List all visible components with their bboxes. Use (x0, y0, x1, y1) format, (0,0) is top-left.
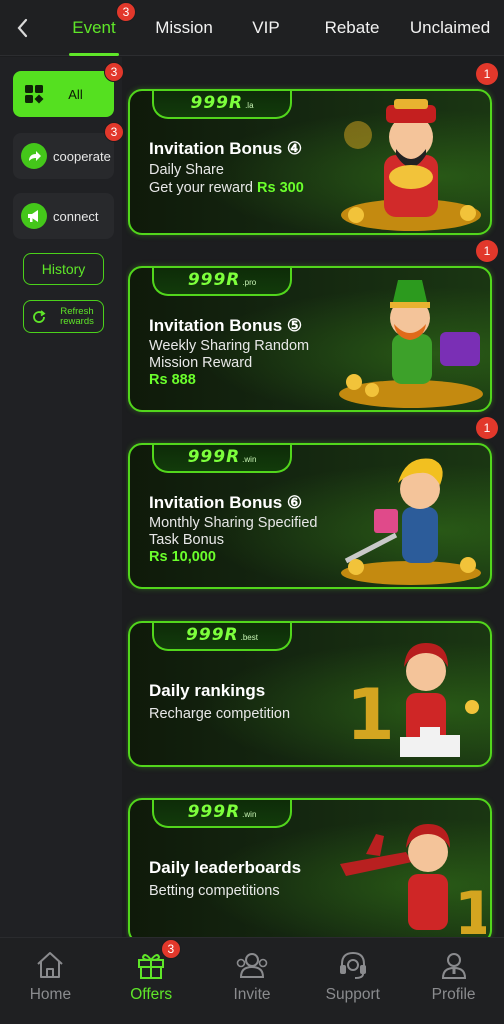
logo-text: 999R (190, 93, 244, 113)
tab-event-badge: 3 (116, 1, 136, 22)
refresh-rewards-button[interactable]: Refresh rewards (23, 300, 104, 333)
card-line1: Betting competitions (149, 883, 280, 899)
nav-label: Profile (431, 986, 476, 1003)
nav-label: Offers (130, 986, 173, 1003)
back-button[interactable] (0, 0, 44, 56)
tab-rebate[interactable]: Rebate (308, 0, 396, 56)
card-title: Daily leaderboards (149, 858, 302, 877)
megaphone-icon (21, 203, 47, 229)
nav-label: Invite (233, 986, 271, 1003)
brand-logo: 999R .pro (152, 268, 292, 296)
racer-girl-podium-illustration: 1 (346, 643, 479, 757)
brand-logo: 999R .win (152, 445, 292, 473)
leprechaun-illustration (339, 280, 483, 408)
logo-sub: .best (240, 633, 258, 642)
card-title: Invitation Bonus ④ (149, 139, 303, 158)
logo-text: 999R (187, 802, 241, 822)
nav-label: Support (325, 986, 380, 1003)
tab-unclaimed[interactable]: Unclaimed (396, 0, 504, 56)
event-card-list: 1 999R .la Invitation Bonus ④ Daily Share… (126, 57, 504, 937)
nav-offers[interactable]: Offers 3 (101, 938, 202, 1024)
history-label: History (41, 261, 86, 277)
headset-icon (339, 951, 366, 979)
logo-text: 999R (187, 447, 241, 467)
card-line2: Task Bonus (149, 532, 224, 548)
card-amount: Rs 10,000 (149, 549, 216, 565)
logo-sub: .win (242, 455, 257, 464)
event-card[interactable]: 999R .la Invitation Bonus ④ Daily Share G… (128, 89, 492, 235)
tab-event[interactable]: Event 3 (44, 0, 144, 56)
top-tab-bar: Event 3 Mission VIP Rebate Unclaimed (0, 0, 504, 56)
logo-sub: .pro (242, 278, 257, 287)
adventurer-boy-illustration (341, 458, 481, 585)
card-title: Invitation Bonus ⑤ (149, 316, 303, 335)
refresh-icon (33, 309, 46, 323)
home-icon (37, 952, 64, 978)
bottom-navigation: Home Offers 3 Invite Support Profile (0, 937, 504, 1024)
tab-mission[interactable]: Mission (144, 0, 224, 56)
tab-label: Mission (155, 17, 213, 37)
refresh-label: Refresh rewards (60, 305, 94, 327)
filter-label: cooperate (53, 148, 111, 164)
card-badge: 1 (476, 417, 498, 439)
card-title: Invitation Bonus ⑥ (149, 493, 303, 512)
tab-label: Rebate (324, 17, 380, 37)
card-line1: Weekly Sharing Random (149, 338, 310, 354)
event-card[interactable]: 999R .win Invitation Bonus ⑥ Monthly Shar… (128, 443, 492, 589)
logo-sub: .win (242, 810, 257, 819)
nav-home[interactable]: Home (0, 938, 101, 1024)
card-line1: Daily Share (149, 162, 224, 178)
tab-label: VIP (252, 17, 280, 37)
event-card[interactable]: 999R .best Daily rankings Recharge compet… (128, 621, 492, 767)
event-filter-sidebar: All 3 cooperate 3 connect History Refres… (0, 57, 124, 937)
logo-sub: .la (245, 101, 254, 110)
brand-logo: 999R .best (152, 623, 292, 651)
event-card[interactable]: 999R .pro Invitation Bonus ⑤ Weekly Shari… (128, 266, 492, 412)
filter-label: connect (53, 208, 99, 224)
card-line2: Get your reward Rs 300 (149, 180, 304, 196)
filter-cooperate-button[interactable]: cooperate (13, 133, 114, 179)
card-badge: 1 (476, 63, 498, 85)
nav-invite[interactable]: Invite (202, 938, 303, 1024)
history-button[interactable]: History (23, 253, 104, 285)
filter-all-badge: 3 (104, 62, 124, 82)
invite-icon (236, 953, 268, 978)
share-arrow-icon (21, 143, 47, 169)
tab-label: Unclaimed (409, 17, 491, 37)
card-line1: Recharge competition (149, 706, 291, 722)
active-tab-indicator (69, 52, 119, 56)
card-line1: Monthly Sharing Specified (149, 515, 318, 531)
filter-cooperate-badge: 3 (104, 122, 124, 142)
card-badge: 1 (476, 240, 498, 262)
filter-connect-button[interactable]: connect (13, 193, 114, 239)
nav-support[interactable]: Support (302, 938, 403, 1024)
svg-text:1: 1 (454, 879, 486, 937)
card-line2: Mission Reward (149, 355, 253, 371)
nav-offers-badge: 3 (160, 939, 181, 959)
tab-vip[interactable]: VIP (224, 0, 308, 56)
svg-text:1: 1 (346, 674, 395, 756)
app-root: Event 3 Mission VIP Rebate Unclaimed All… (0, 0, 504, 1024)
card-title: Daily rankings (149, 681, 266, 700)
card-amount: Rs 300 (257, 180, 304, 196)
filter-label: All (68, 86, 83, 102)
nav-label: Home (29, 986, 72, 1003)
pilot-girl-plane-illustration: 1 (340, 824, 486, 937)
nav-profile[interactable]: Profile (403, 938, 504, 1024)
category-tabs: Event 3 Mission VIP Rebate Unclaimed (44, 0, 504, 56)
card-amount: Rs 888 (149, 372, 196, 388)
filter-all-button[interactable]: All (13, 71, 114, 117)
grid-icon (21, 81, 47, 107)
profile-icon (441, 953, 466, 979)
brand-logo: 999R .la (152, 91, 292, 119)
logo-text: 999R (186, 625, 239, 645)
card-line2-text: Get your reward (149, 180, 257, 196)
tab-label: Event (72, 17, 116, 37)
event-card[interactable]: 999R .win Daily leaderboards Betting comp… (128, 798, 492, 937)
chevron-left-icon (17, 18, 28, 37)
fortune-god-illustration (341, 99, 481, 231)
logo-text: 999R (187, 270, 241, 290)
brand-logo: 999R .win (152, 800, 292, 828)
